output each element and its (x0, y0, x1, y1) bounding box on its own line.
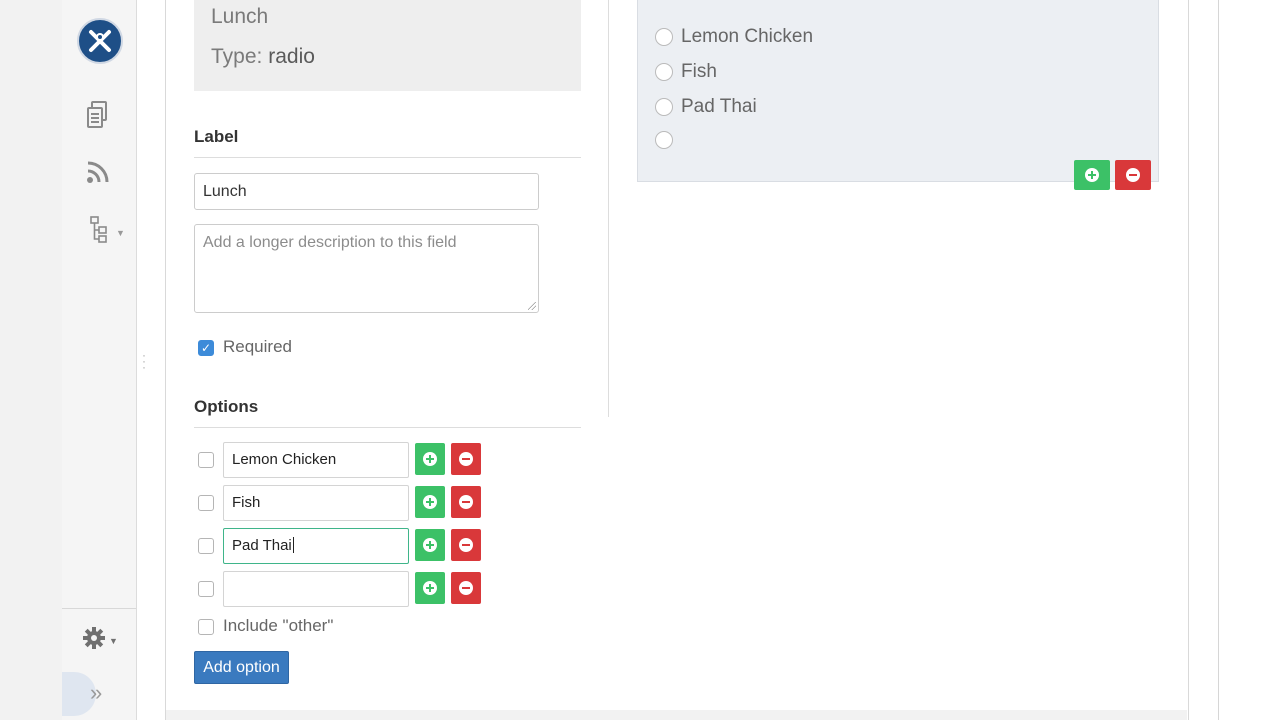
radio-button[interactable] (655, 131, 673, 149)
minus-circle-icon (1126, 168, 1140, 182)
text-caret (292, 537, 294, 553)
content-bottom-bar (166, 710, 1187, 720)
preview-option-label: Lemon Chicken (681, 26, 814, 47)
radio-button[interactable] (655, 28, 673, 46)
description-textarea[interactable]: Add a longer description to this field (194, 224, 539, 313)
gear-icon (82, 626, 106, 655)
field-summary-panel: Lunch Type: radio (194, 0, 581, 91)
radio-button[interactable] (655, 63, 673, 81)
preview-remove-field-button[interactable] (1115, 160, 1151, 190)
app-logo-icon[interactable] (77, 18, 123, 64)
preview-add-field-button[interactable] (1074, 160, 1110, 190)
remove-option-button[interactable] (451, 572, 481, 604)
caret-down-icon: ▼ (109, 635, 118, 646)
include-other-checkbox[interactable] (198, 619, 214, 635)
option-input[interactable] (223, 571, 409, 607)
remove-option-button[interactable] (451, 486, 481, 518)
sidebar-resize-handle[interactable]: · · · (142, 349, 146, 373)
add-option-after-button[interactable] (415, 529, 445, 561)
label-input[interactable] (194, 173, 539, 210)
field-type-label: Type: (211, 45, 263, 68)
option-default-checkbox[interactable] (198, 495, 214, 511)
preview-option-label: Fish (681, 61, 717, 82)
option-input[interactable]: Lemon Chicken (223, 442, 409, 478)
settings-menu[interactable]: ▼ (82, 626, 118, 655)
field-type: Type: radio (211, 45, 315, 69)
double-chevron-right-icon: » (90, 680, 103, 705)
remove-option-button[interactable] (451, 443, 481, 475)
option-input[interactable]: Fish (223, 485, 409, 521)
minus-circle-icon (459, 452, 473, 466)
plus-circle-icon (423, 495, 437, 509)
radio-button[interactable] (655, 98, 673, 116)
sitemap-menu[interactable]: ▼ (90, 216, 125, 249)
sitemap-icon (90, 216, 108, 249)
caret-down-icon: ▼ (116, 227, 125, 238)
sidebar-divider (62, 608, 136, 609)
rss-feed-icon[interactable] (86, 160, 110, 189)
options-heading: Options (194, 397, 259, 416)
minus-circle-icon (459, 581, 473, 595)
preview-radio-option[interactable]: Lemon Chicken (655, 26, 813, 48)
textarea-resize-grip[interactable] (528, 302, 536, 310)
option-default-checkbox[interactable] (198, 538, 214, 554)
required-label: Required (223, 337, 292, 356)
required-checkbox[interactable]: ✓ (198, 340, 214, 356)
right-scroll-area (1218, 0, 1280, 720)
minus-circle-icon (459, 495, 473, 509)
plus-circle-icon (423, 538, 437, 552)
preview-radio-option[interactable]: Fish (655, 61, 717, 83)
preview-radio-option[interactable]: Pad Thai (655, 96, 757, 118)
documents-icon[interactable] (85, 100, 111, 135)
column-divider (608, 0, 609, 417)
plus-circle-icon (1085, 168, 1099, 182)
preview-radio-option[interactable] (655, 131, 681, 149)
add-option-after-button[interactable] (415, 443, 445, 475)
add-option-after-button[interactable] (415, 486, 445, 518)
window-left-gutter (0, 0, 63, 720)
options-divider (194, 427, 581, 428)
field-title: Lunch (211, 5, 269, 28)
description-placeholder: Add a longer description to this field (203, 234, 457, 251)
option-input-focused[interactable]: Pad Thai (223, 528, 409, 564)
plus-circle-icon (423, 452, 437, 466)
minus-circle-icon (459, 538, 473, 552)
include-other-label: Include "other" (223, 616, 334, 635)
preview-option-label: Pad Thai (681, 96, 757, 117)
label-divider (194, 157, 581, 158)
add-option-button[interactable]: Add option (194, 651, 289, 684)
option-input-text: Pad Thai (232, 537, 292, 554)
label-heading: Label (194, 127, 239, 146)
collapse-sidebar-button[interactable]: » (62, 672, 136, 720)
remove-option-button[interactable] (451, 529, 481, 561)
option-default-checkbox[interactable] (198, 581, 214, 597)
plus-circle-icon (423, 581, 437, 595)
option-default-checkbox[interactable] (198, 452, 214, 468)
field-type-value: radio (268, 45, 315, 68)
add-option-after-button[interactable] (415, 572, 445, 604)
